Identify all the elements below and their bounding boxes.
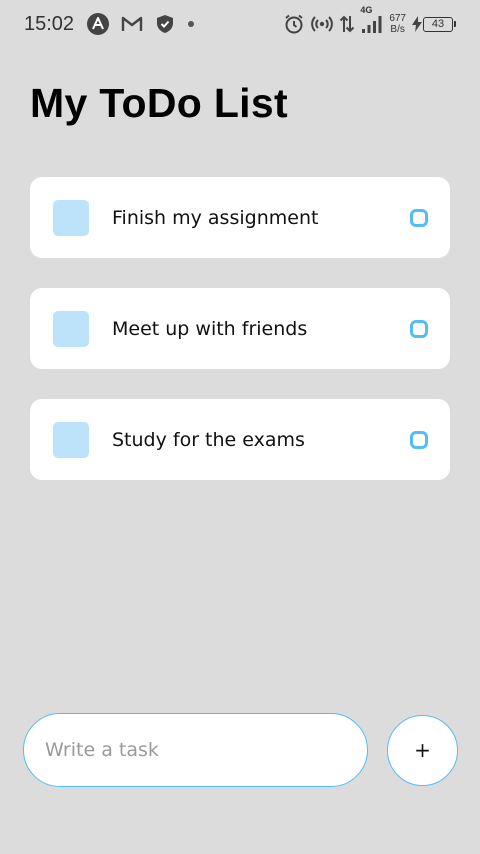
gmail-icon	[120, 14, 144, 34]
network-speed-value: 677	[389, 13, 406, 24]
signal-4g-icon: 4G	[360, 5, 383, 34]
shield-icon	[154, 13, 176, 35]
task-square	[53, 421, 89, 458]
task-item[interactable]: Meet up with friends	[30, 288, 450, 369]
data-arrows-icon	[339, 14, 355, 34]
dot-icon	[186, 19, 196, 29]
task-composer: +	[23, 713, 458, 787]
task-list: Finish my assignment Meet up with friend…	[30, 177, 450, 510]
task-text: Meet up with friends	[112, 317, 308, 340]
task-text: Study for the exams	[112, 428, 305, 451]
task-square	[53, 199, 89, 236]
task-complete-circle[interactable]	[410, 208, 428, 227]
task-text: Finish my assignment	[112, 206, 319, 229]
network-type-label: 4G	[360, 5, 373, 15]
battery-tip	[454, 21, 456, 27]
task-item[interactable]: Finish my assignment	[30, 177, 450, 258]
task-complete-circle[interactable]	[410, 430, 428, 449]
network-speed: 677 B/s	[389, 13, 406, 35]
add-task-button[interactable]: +	[387, 714, 458, 786]
battery-level: 43	[423, 16, 453, 32]
network-speed-unit: B/s	[390, 24, 405, 35]
hotspot-icon	[311, 14, 334, 34]
task-complete-circle[interactable]	[410, 319, 428, 338]
charging-icon	[412, 16, 422, 32]
task-item[interactable]: Study for the exams	[30, 399, 450, 480]
battery-indicator: 43	[412, 16, 456, 32]
task-input[interactable]	[23, 713, 368, 787]
add-button-label: +	[414, 738, 431, 762]
app-a-icon	[86, 12, 110, 36]
system-icons: 4G 677 B/s 43	[283, 5, 456, 35]
status-bar: 15:02 4G 677 B/s 43	[0, 0, 480, 48]
status-time: 15:02	[24, 12, 75, 35]
alarm-icon	[283, 13, 305, 35]
task-square	[53, 310, 89, 347]
notification-icons	[86, 12, 196, 36]
page-title: My ToDo List	[30, 80, 288, 126]
